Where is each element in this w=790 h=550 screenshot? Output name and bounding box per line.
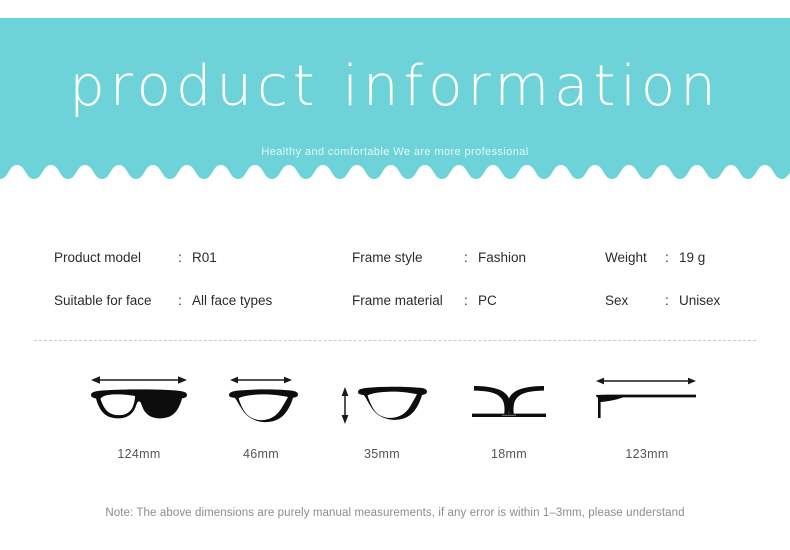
dimension-item-temple-length: 123mm: [582, 368, 712, 474]
spec-label: Suitable for face: [54, 292, 152, 308]
spec-label: Sex: [605, 292, 629, 308]
dimension-item-frame-width: 124mm: [74, 368, 204, 474]
temple-arm-length-icon: [596, 377, 696, 418]
dimension-label: 35mm: [364, 447, 400, 461]
spec-item-product-model: Product model : R01: [54, 242, 344, 272]
dimension-item-bridge-width: 18mm: [444, 368, 574, 474]
spec-value: Fashion: [478, 249, 527, 265]
spec-colon: :: [665, 292, 669, 308]
glasses-front-width-icon: [91, 376, 187, 419]
spec-item-weight: Weight : 19 g: [605, 242, 790, 272]
dimension-item-lens-width: 46mm: [196, 368, 326, 474]
spec-label: Frame material: [352, 292, 443, 308]
dimension-label: 46mm: [243, 447, 279, 461]
header-banner: product information Healthy and comforta…: [0, 18, 790, 190]
product-information-page: product information Healthy and comforta…: [0, 0, 790, 550]
measurement-note: Note: The above dimensions are purely ma…: [105, 507, 685, 519]
spec-colon: :: [464, 249, 468, 265]
banner-subtitle: Healthy and comfortable We are more prof…: [261, 146, 529, 158]
spec-value: R01: [192, 249, 217, 265]
spec-item-frame-style: Frame style : Fashion: [352, 242, 597, 272]
spec-colon: :: [178, 292, 182, 308]
wave-edge-icon: [0, 165, 790, 190]
spec-colon: :: [665, 249, 669, 265]
dimension-label: 18mm: [491, 447, 527, 461]
spec-colon: :: [464, 292, 468, 308]
dimension-item-lens-height: 35mm: [317, 368, 447, 474]
spec-item-sex: Sex : Unisex: [605, 285, 790, 315]
spec-value: 19 g: [679, 249, 706, 265]
dimension-label: 124mm: [117, 447, 161, 461]
spec-row: Product model : R01 Frame style : Fashio…: [0, 242, 790, 272]
spec-row: Suitable for face : All face types Frame…: [0, 285, 790, 315]
bridge-width-icon: [472, 386, 546, 417]
spec-table: Product model : R01 Frame style : Fashio…: [0, 232, 790, 322]
spec-item-suitable-for-face: Suitable for face : All face types: [54, 285, 344, 315]
spec-value: Unisex: [679, 292, 721, 308]
spec-label: Weight: [605, 249, 647, 265]
lens-width-icon: [229, 376, 298, 423]
dimension-label: 123mm: [625, 447, 669, 461]
spec-value: PC: [478, 292, 497, 308]
dimension-diagrams: 124mm 46mm 35mm 18mm 123mm: [0, 368, 790, 474]
spec-item-frame-material: Frame material : PC: [352, 285, 597, 315]
section-divider: [34, 340, 756, 341]
spec-value: All face types: [192, 292, 273, 308]
spec-label: Product model: [54, 249, 142, 265]
spec-colon: :: [178, 249, 182, 265]
lens-height-icon: [341, 386, 427, 424]
page-title: product information: [69, 54, 721, 119]
spec-label: Frame style: [352, 249, 423, 265]
